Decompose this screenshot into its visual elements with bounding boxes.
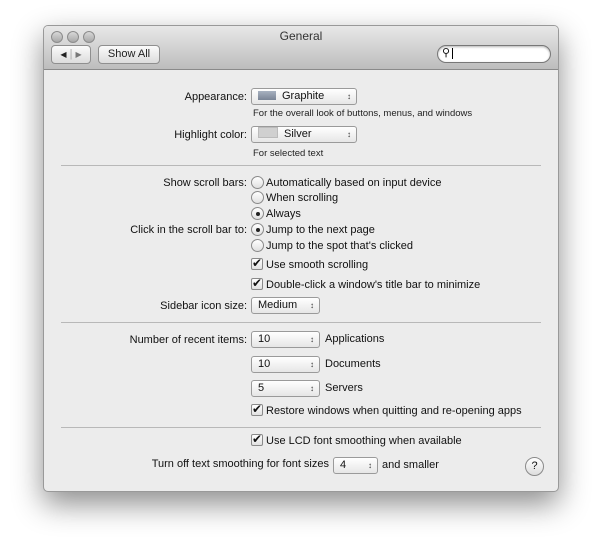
applications-label: Applications <box>325 333 385 345</box>
divider <box>61 165 541 166</box>
updown-arrow-icon: ↕ <box>310 301 314 310</box>
show-all-button[interactable]: Show All <box>98 45 160 64</box>
documents-label: Documents <box>325 358 381 370</box>
recent-servers-popup[interactable]: 5 ↕ <box>251 380 320 397</box>
graphite-swatch <box>258 91 276 100</box>
double-click-checkbox[interactable]: Double-click a window's title bar to min… <box>251 275 480 293</box>
updown-arrow-icon: ↕ <box>310 360 314 369</box>
highlight-hint: For selected text <box>253 148 324 159</box>
back-arrow-icon[interactable]: ◀ <box>60 50 66 59</box>
updown-arrow-icon: ↕ <box>310 335 314 344</box>
radio-next-page[interactable]: Jump to the next page <box>251 222 375 238</box>
highlight-label: Highlight color: <box>174 129 247 141</box>
click-scroll-label: Click in the scroll bar to: <box>130 224 247 236</box>
recent-documents-popup[interactable]: 10 ↕ <box>251 356 320 373</box>
appearance-label: Appearance: <box>184 91 247 103</box>
forward-arrow-icon[interactable]: ▶ <box>75 50 81 59</box>
updown-arrow-icon: ↕ <box>347 92 351 101</box>
preferences-window: General ◀ | ▶ Show All ⚲ Appearance: Gra… <box>43 25 559 492</box>
sidebar-size-popup[interactable]: Medium ↕ <box>251 297 320 314</box>
servers-label: Servers <box>325 382 363 394</box>
restore-windows-checkbox[interactable]: Restore windows when quitting and re-ope… <box>251 401 522 419</box>
radio-automatic[interactable]: Automatically based on input device <box>251 175 442 191</box>
radio-when-scrolling[interactable]: When scrolling <box>251 190 338 206</box>
appearance-hint: For the overall look of buttons, menus, … <box>253 108 473 119</box>
recent-applications-popup[interactable]: 10 ↕ <box>251 331 320 348</box>
scroll-bars-label: Show scroll bars: <box>163 177 247 189</box>
divider <box>61 322 541 323</box>
lcd-smoothing-checkbox[interactable]: Use LCD font smoothing when available <box>251 431 462 449</box>
search-icon: ⚲ <box>442 47 451 59</box>
radio-always[interactable]: Always <box>251 206 301 222</box>
updown-arrow-icon: ↕ <box>347 130 351 139</box>
highlight-popup[interactable]: Silver ↕ <box>251 126 357 143</box>
updown-arrow-icon: ↕ <box>310 384 314 393</box>
smooth-scrolling-checkbox[interactable]: Use smooth scrolling <box>251 255 368 273</box>
font-size-popup[interactable]: 4 ↕ <box>333 457 378 474</box>
and-smaller-label: and smaller <box>382 459 439 471</box>
toolbar: General ◀ | ▶ Show All ⚲ <box>44 26 558 70</box>
window-title: General <box>279 29 323 43</box>
search-input[interactable]: ⚲ <box>437 45 551 63</box>
appearance-popup[interactable]: Graphite ↕ <box>251 88 357 105</box>
font-smoothing-label: Turn off text smoothing for font sizes <box>151 458 329 470</box>
radio-spot-clicked[interactable]: Jump to the spot that's clicked <box>251 238 413 254</box>
divider <box>61 427 541 428</box>
sidebar-size-label: Sidebar icon size: <box>160 300 247 312</box>
help-button[interactable]: ? <box>525 457 544 476</box>
nav-buttons: ◀ | ▶ <box>51 45 91 64</box>
updown-arrow-icon: ↕ <box>368 461 372 470</box>
silver-swatch <box>258 127 278 138</box>
recent-items-label: Number of recent items: <box>129 334 247 346</box>
